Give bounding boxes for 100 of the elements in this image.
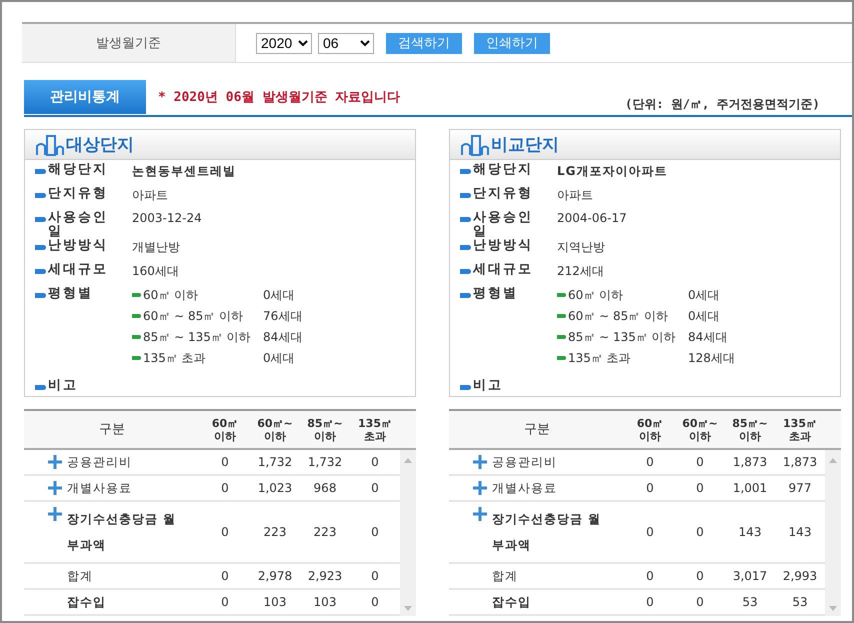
table-cell-text: 1,873 — [732, 455, 768, 469]
bullet-icon — [460, 169, 471, 174]
row-label: 잡수입 — [492, 594, 532, 610]
size-label: 135㎡ 초과 — [568, 350, 632, 367]
table-cell-text: 0 — [370, 595, 380, 609]
row-label: 합계 — [492, 568, 519, 584]
table-cell-text: 0 — [695, 595, 705, 609]
info-label: 평형별 — [473, 287, 519, 301]
panel-title: 비교단지 — [491, 134, 559, 156]
table-cell-text: 0 — [695, 525, 705, 539]
size-value: 0세대 — [263, 350, 295, 367]
info-value: 212세대 — [557, 263, 604, 280]
table-cell-text: 143 — [788, 525, 812, 539]
plus-icon[interactable] — [48, 481, 62, 495]
info-label: 난방방식 — [48, 239, 109, 253]
plus-icon[interactable] — [48, 455, 62, 469]
plus-icon[interactable] — [473, 507, 487, 521]
row-label: 합계 — [67, 568, 94, 584]
bullet-icon — [35, 169, 46, 174]
bullet-icon — [460, 293, 471, 298]
bullet-icon — [35, 385, 46, 390]
bullet-icon — [557, 335, 566, 339]
info-label: 난방방식 — [473, 239, 534, 253]
column-header: 135㎡ 초과 — [782, 416, 818, 442]
info-label: 단지유형 — [473, 187, 534, 201]
action-button[interactable]: 검색하기 — [386, 32, 462, 54]
row-label: 개별사용료 — [67, 480, 133, 496]
table-cell-text: 0 — [695, 481, 705, 495]
size-label: 60㎡ ~ 85㎡ 이하 — [143, 308, 244, 325]
bullet-icon — [132, 314, 141, 318]
panel-title: 대상단지 — [66, 134, 134, 156]
year-select[interactable]: 2020 — [256, 32, 312, 54]
bullet-icon — [460, 193, 471, 198]
table-cell-text: 103 — [262, 595, 288, 609]
table-cell-text: 53 — [741, 595, 759, 609]
size-value: 0세대 — [688, 308, 720, 325]
size-label: 85㎡ ~ 135㎡ 이하 — [568, 329, 677, 346]
column-header: 85㎡~ 이하 — [306, 416, 344, 442]
column-header: 구분 — [523, 423, 551, 436]
table-cell-text: 223 — [312, 525, 338, 539]
table-cell-text: 0 — [370, 481, 380, 495]
info-label: 평형별 — [48, 287, 94, 301]
info-value: 논현동부센트레빌 — [132, 163, 236, 180]
table-cell-text: 0 — [645, 481, 655, 495]
table-cell-text: 0 — [220, 595, 230, 609]
size-value: 128세대 — [688, 350, 735, 367]
info-label: 단지유형 — [48, 187, 109, 201]
table-cell-text: 53 — [791, 595, 809, 609]
filter-label: 발생월기준 — [22, 24, 236, 62]
stats-tab[interactable]: 관리비통계 — [24, 80, 146, 114]
bullet-icon — [460, 385, 471, 390]
info-value: 2003-12-24 — [132, 211, 202, 225]
table-cell-text: 1,732 — [306, 455, 344, 469]
plus-icon[interactable] — [473, 481, 487, 495]
table-cell-text: 0 — [645, 569, 655, 583]
size-label: 60㎡ 이하 — [568, 287, 624, 304]
table-cell-text: 2,978 — [256, 569, 294, 583]
bullet-icon — [557, 356, 566, 360]
bullet-icon — [460, 217, 471, 222]
column-header: 60㎡ 이하 — [210, 416, 240, 442]
bullet-icon — [460, 269, 471, 274]
table-cell-text: 1,001 — [732, 481, 768, 495]
info-label: 해당단지 — [48, 163, 109, 177]
bullet-icon — [35, 217, 46, 222]
plus-icon[interactable] — [48, 507, 62, 521]
table-cell-text: 0 — [695, 569, 705, 583]
size-value: 0세대 — [688, 287, 720, 304]
column-header: 구분 — [98, 423, 126, 436]
table-cell-text: 0 — [220, 525, 230, 539]
table-cell-text: 0 — [645, 455, 655, 469]
table-cell-text: 0 — [220, 455, 230, 469]
column-header: 60㎡ 이하 — [636, 416, 664, 442]
bullet-icon — [35, 193, 46, 198]
plus-icon[interactable] — [473, 455, 487, 469]
table-cell-text: 223 — [262, 525, 288, 539]
notice-text: * 2020년 06월 발생월기준 자료입니다 — [158, 89, 400, 106]
month-select[interactable]: 06 — [318, 32, 374, 54]
info-value: 개별난방 — [132, 239, 180, 256]
size-value: 84세대 — [688, 329, 728, 346]
info-label: 세대규모 — [48, 263, 109, 277]
bullet-icon — [35, 269, 46, 274]
unit-text: (단위: 원/㎡, 주거전용면적기준) — [625, 96, 820, 113]
table-cell-text: 1,023 — [256, 481, 294, 495]
bullet-icon — [35, 245, 46, 250]
bullet-icon — [557, 314, 566, 318]
table-cell-text: 0 — [220, 569, 230, 583]
info-label: 사용승인일 — [48, 211, 109, 239]
table-cell-text: 143 — [738, 525, 762, 539]
table-cell-text: 0 — [695, 455, 705, 469]
info-value: 아파트 — [132, 187, 168, 204]
info-label: 비고 — [48, 379, 79, 393]
info-value: 지역난방 — [557, 239, 605, 256]
table-cell-text: 2,923 — [306, 569, 344, 583]
info-value: 160세대 — [132, 263, 179, 280]
bullet-icon — [132, 335, 141, 339]
table-cell-text: 968 — [312, 481, 338, 495]
size-label: 135㎡ 초과 — [143, 350, 207, 367]
size-label: 85㎡ ~ 135㎡ 이하 — [143, 329, 252, 346]
table-cell-text: 0 — [370, 569, 380, 583]
action-button[interactable]: 인쇄하기 — [474, 32, 550, 54]
